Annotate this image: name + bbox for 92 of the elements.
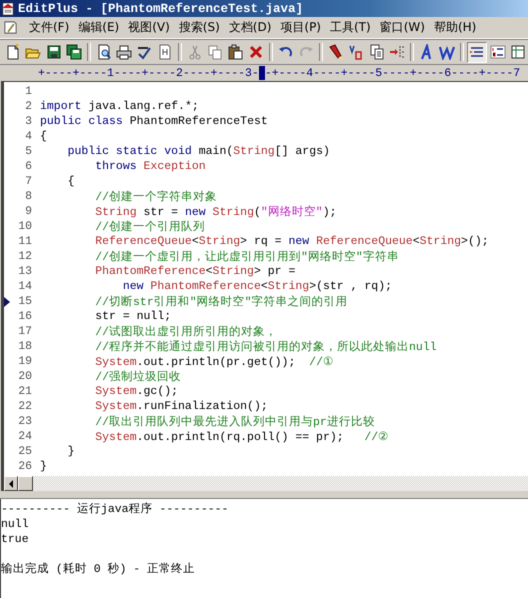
code-line: //切断str引用和"网络时空"字符串之间的引用 <box>94 294 348 309</box>
code-line: //取出引用队列中最先进入队列中引用与pr进行比较 <box>94 414 375 429</box>
scroll-left-button[interactable] <box>4 476 18 491</box>
copy-icon <box>207 44 224 60</box>
code-line: //程序并不能通过虚引用访问被引用的对象，所以此处输出null <box>94 339 437 354</box>
floppy-disks-icon <box>66 44 82 60</box>
line-number: 25 <box>17 445 32 458</box>
magnifier-page-icon <box>96 44 112 60</box>
menu-item[interactable]: 搜索(S) <box>178 19 220 36</box>
page-icon <box>156 44 173 60</box>
horizontal-scrollbar[interactable] <box>1 476 528 491</box>
word-wrap-icon <box>439 44 456 60</box>
line-number: 2 <box>24 100 32 113</box>
line-number: 17 <box>17 325 32 338</box>
code-line: public static void main(String[] args) <box>66 145 330 158</box>
document-icon[interactable] <box>3 20 18 35</box>
menu-item[interactable]: 视图(V) <box>128 19 170 36</box>
menu-item[interactable]: 文件(F) <box>29 19 70 36</box>
code-line: ReferenceQueue<String> rq = new ReferenceQueue<String>(); <box>94 235 489 248</box>
code-line: public class PhantomReferenceTest <box>40 115 268 128</box>
replace-icon <box>348 44 364 60</box>
code-line: //创建一个引用队列 <box>94 220 206 234</box>
code-line: { <box>66 175 75 188</box>
line-number: 1 <box>24 85 32 98</box>
line-number: 7 <box>24 175 32 188</box>
line-number: 20 <box>17 370 32 383</box>
line-number: 5 <box>24 145 32 158</box>
line-number: 14 <box>17 280 32 293</box>
output-line: 输出完成 (耗时 0 秒) - 正常终止 <box>1 562 196 577</box>
line-number: 18 <box>17 340 32 353</box>
menu-item[interactable]: 编辑(E) <box>78 19 120 36</box>
code-line: //试图取出虚引用所引用的对象， <box>94 324 278 339</box>
code-line: new PhantomReference<String>(str , rq); <box>122 280 392 293</box>
line-number: 9 <box>24 205 32 218</box>
left-arrow-icon <box>7 480 15 488</box>
code-line: str = null; <box>94 310 172 323</box>
paste-icon <box>227 44 244 60</box>
menu-item[interactable]: 工具(T) <box>330 19 371 36</box>
line-number: 19 <box>17 355 32 368</box>
line-number: 22 <box>17 400 32 413</box>
new-file-icon <box>5 44 22 60</box>
output-line: ---------- 运行java程序 ---------- <box>1 502 230 517</box>
code-line: String str = new String("网络时空"); <box>94 204 336 219</box>
ruler-scale: +----+----1----+----2----+----3- <box>38 66 259 80</box>
line-number: 24 <box>17 430 32 443</box>
code-line: //创建一个字符串对象 <box>94 189 218 204</box>
line-number: 16 <box>17 310 32 323</box>
code-line: } <box>66 445 75 458</box>
menu-item[interactable]: 文档(D) <box>228 19 272 36</box>
line-numbers-icon <box>490 44 506 60</box>
printer-icon <box>116 44 132 60</box>
grid-icon <box>510 44 526 60</box>
code-line: //创建一个虚引用，让此虚引用引用到"网络时空"字符串 <box>94 249 399 264</box>
toolbar-button[interactable] <box>467 42 488 62</box>
line-number: 11 <box>17 235 32 248</box>
menu-item[interactable]: 窗口(W) <box>380 19 425 36</box>
pages-icon <box>368 44 385 60</box>
app-icon <box>1 2 15 16</box>
code-line: System.runFinalization(); <box>94 400 268 413</box>
line-number: 3 <box>24 115 32 128</box>
ruler-cursor <box>258 66 265 80</box>
line-number: 10 <box>17 220 32 233</box>
toolbar-button[interactable] <box>64 42 84 62</box>
code-line: System.out.println(rq.poll() == pr); //② <box>94 430 390 444</box>
code-line: System.gc(); <box>94 385 178 398</box>
line-number: 21 <box>17 385 32 398</box>
line-number: 8 <box>24 190 32 203</box>
line-number: 4 <box>24 130 32 143</box>
line-number: 12 <box>17 250 32 263</box>
line-number: 6 <box>24 160 32 173</box>
line-number: 15 <box>17 295 32 308</box>
line-number: 13 <box>17 265 32 278</box>
checkmark-icon <box>136 44 152 60</box>
indent-icon <box>388 44 405 60</box>
scissors-icon <box>186 44 203 60</box>
output-line: true <box>1 532 30 547</box>
line-number: 26 <box>17 460 32 473</box>
code-line: { <box>40 130 47 143</box>
code-line: //强制垃圾回收 <box>94 370 182 384</box>
line-number: 23 <box>17 415 32 428</box>
menu-item[interactable]: 项目(P) <box>280 19 321 36</box>
code-line: import java.lang.ref.*; <box>40 100 199 113</box>
code-line: System.out.println(pr.get()); //① <box>94 355 334 369</box>
window-title: EditPlus - [PhantomReferenceTest.java] <box>18 2 304 16</box>
code-line: throws Exception <box>94 160 206 173</box>
delete-icon <box>248 44 264 60</box>
scroll-thumb[interactable] <box>18 476 33 491</box>
output-line: null <box>1 517 30 532</box>
menu-item[interactable]: 帮助(H) <box>434 19 476 36</box>
code-line: PhantomReference<String> pr = <box>94 265 296 278</box>
ruler-scale: -+----4----+----5----+----6----+----7 <box>264 66 520 80</box>
code-line: } <box>40 460 47 473</box>
